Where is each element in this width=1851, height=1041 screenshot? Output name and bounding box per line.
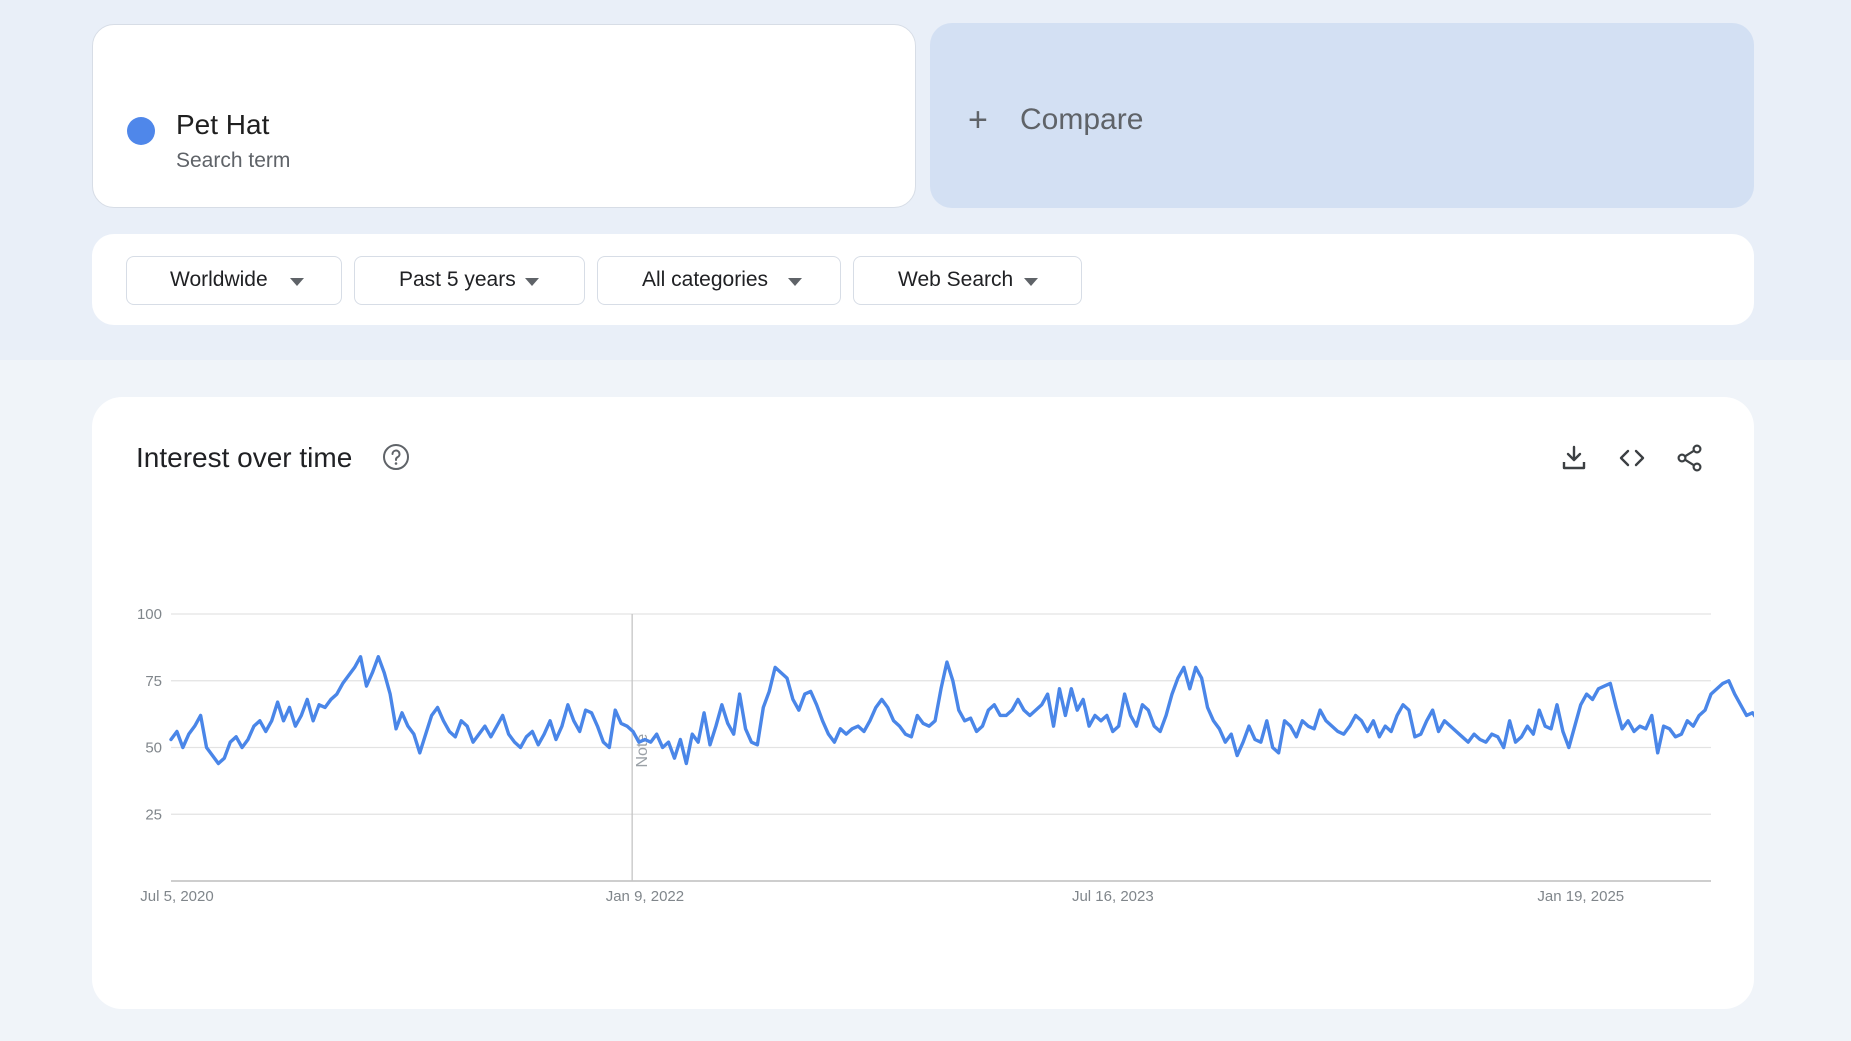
x-tick-label: Jul 5, 2020 [140, 888, 213, 905]
filter-label: All categories [642, 268, 769, 291]
caret-down-icon [788, 278, 802, 286]
filter-label: Past 5 years [399, 268, 516, 291]
search-term-subtitle: Search term [176, 149, 291, 172]
region-filter-dropdown[interactable]: Worldwide [126, 256, 342, 305]
time-range-filter-dropdown[interactable]: Past 5 years [354, 256, 585, 305]
x-tick-label: Jan 19, 2025 [1537, 888, 1624, 905]
caret-down-icon [290, 278, 304, 286]
x-tick-label: Jan 9, 2022 [606, 888, 684, 905]
compare-button[interactable]: + Compare [930, 23, 1754, 208]
x-tick-label: Jul 16, 2023 [1072, 888, 1154, 905]
filter-bar: Worldwide Past 5 years All categories We… [92, 234, 1754, 325]
plus-icon: + [968, 101, 988, 139]
interest-line-chart: 25 50 75 100 Jul 5, 2020 Jan 9, 2022 Jul 16, 2… [137, 606, 1754, 905]
search-type-filter-dropdown[interactable]: Web Search [853, 256, 1082, 305]
compare-label: Compare [1020, 103, 1144, 136]
category-filter-dropdown[interactable]: All categories [597, 256, 841, 305]
y-tick-label: 100 [137, 606, 162, 623]
filter-label: Worldwide [170, 268, 268, 291]
series-line-pet-hat[interactable] [169, 617, 1754, 766]
search-term-card[interactable]: Pet Hat Search term [92, 24, 916, 208]
interest-over-time-panel: Interest over time 25 50 75 100 Jul 5, 2020 J… [92, 397, 1754, 1009]
term-color-dot [127, 117, 155, 145]
search-term-name[interactable]: Pet Hat [176, 109, 269, 141]
caret-down-icon [525, 278, 539, 286]
caret-down-icon [1024, 278, 1038, 286]
y-tick-label: 25 [145, 806, 162, 823]
y-tick-label: 50 [145, 740, 162, 757]
filter-label: Web Search [898, 268, 1014, 291]
y-tick-label: 75 [145, 673, 162, 690]
